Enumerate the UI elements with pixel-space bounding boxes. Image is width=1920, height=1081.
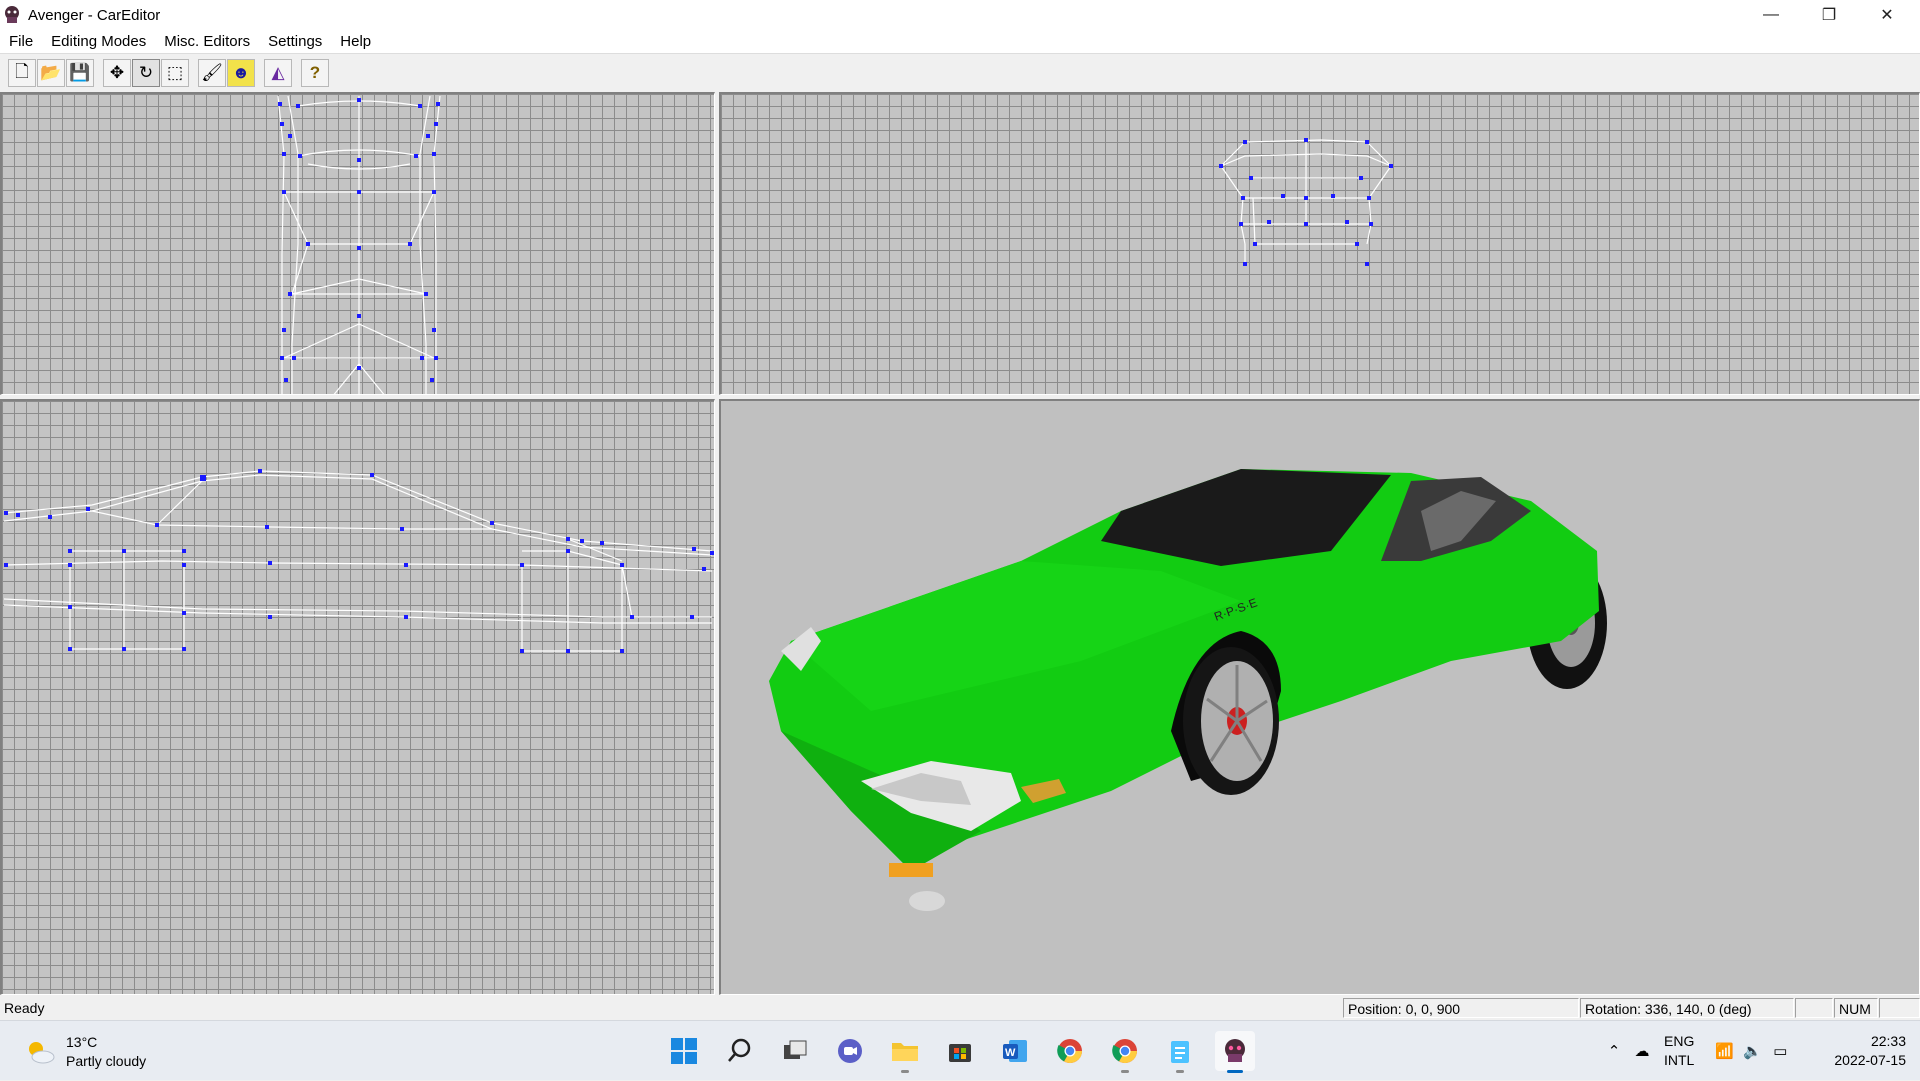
rotate-mode-button[interactable]: ↻ [132,59,160,87]
chevron-up-icon[interactable]: ⌃ [1600,1042,1628,1060]
status-bar: Ready Position: 0, 0, 900 Rotation: 336,… [0,997,1920,1019]
open-folder-icon: 📂 [40,63,62,82]
save-icon: 💾 [69,63,91,82]
language-code: ENG [1664,1033,1695,1049]
chat-icon [838,1039,862,1063]
polygon-icon: ◭ [271,63,285,82]
open-button[interactable]: 📂 [37,59,65,87]
onedrive-cloud-icon[interactable]: ☁ [1628,1042,1656,1060]
window-title: Avenger - CarEditor [28,6,161,24]
new-button[interactable]: 🗋 [8,59,36,87]
front-view-wireframe [1219,138,1393,266]
chat-button[interactable] [830,1031,870,1071]
new-icon: 🗋 [15,61,29,81]
top-view-wireframe [277,95,441,394]
menu-misc-editors[interactable]: Misc. Editors [155,31,259,53]
close-button[interactable]: ✕ [1858,0,1916,30]
status-num-lock: NUM [1834,998,1878,1018]
face-button[interactable]: ☻ [227,59,255,87]
move-icon: ✥ [109,63,125,82]
status-rotation: Rotation: 336, 140, 0 (deg) [1580,998,1794,1018]
search-icon [728,1038,751,1062]
polygon-button[interactable]: ◭ [264,59,292,87]
volume-icon[interactable]: 🔈 [1738,1042,1766,1060]
start-button[interactable] [664,1031,704,1071]
store-button[interactable] [940,1031,980,1071]
chrome-button[interactable] [1050,1031,1090,1071]
maximize-button[interactable]: ❐ [1800,0,1858,30]
search-button[interactable] [720,1031,760,1071]
toolbar: 🗋 📂 💾 ✥ ↻ ⬚ 🖌 ☻ ◭ ? [0,55,1920,91]
wifi-icon[interactable]: 📶 [1710,1042,1738,1060]
clock-time: 22:33 [1870,1033,1906,1049]
file-explorer-button[interactable] [885,1031,925,1073]
svg-text:W: W [1005,1047,1016,1059]
system-tray: ⌃ ☁ ENG INTL 📶 🔈 ▭ [1600,1021,1794,1081]
help-icon: ? [309,63,321,82]
side-view-wireframe [3,469,714,653]
word-button[interactable]: W [995,1031,1035,1071]
file-explorer-icon [892,1043,918,1061]
status-blank-2 [1879,998,1920,1018]
menu-help[interactable]: Help [331,31,380,53]
perspective-viewport[interactable]: R·P·S·E [719,399,1920,995]
taskbar: 13°C Partly cloudy W ⌃ ☁ ENG INTL 📶 🔈 ▭ … [0,1020,1920,1080]
weather-temp: 13°C [66,1034,98,1050]
careditor-taskbar-button[interactable] [1215,1031,1255,1073]
car-3d-render: R·P·S·E [769,469,1607,911]
status-blank [1795,998,1833,1018]
menu-bar: File Editing Modes Misc. Editors Setting… [0,30,1920,54]
status-position: Position: 0, 0, 900 [1343,998,1579,1018]
smiley-icon: ☻ [232,63,250,82]
front-view-viewport[interactable] [719,92,1920,395]
partly-cloudy-icon [29,1042,55,1064]
menu-editing-modes[interactable]: Editing Modes [42,31,155,53]
select-mode-button[interactable]: ⬚ [161,59,189,87]
language-indicator[interactable]: ENG INTL [1664,1032,1694,1070]
weather-desc: Partly cloudy [66,1053,147,1069]
status-ready: Ready [4,1000,45,1016]
top-view-viewport[interactable] [0,92,715,395]
save-button[interactable]: 💾 [66,59,94,87]
app-icon [5,6,19,23]
clock-date: 2022-07-15 [1834,1052,1906,1068]
task-view-button[interactable] [776,1031,816,1071]
move-mode-button[interactable]: ✥ [103,59,131,87]
side-view-viewport[interactable] [0,399,715,995]
title-bar: Avenger - CarEditor — ❐ ✕ [0,0,1920,30]
task-view-icon [784,1040,807,1059]
chrome-profile-icon [1112,1039,1137,1064]
chrome-icon [1057,1039,1082,1064]
rotate-icon: ↻ [138,63,154,82]
keyboard-layout: INTL [1664,1052,1695,1068]
store-icon [949,1044,971,1062]
word-icon: W [1003,1040,1027,1062]
chrome-profile-button[interactable] [1105,1031,1145,1073]
battery-icon[interactable]: ▭ [1766,1042,1794,1060]
paint-button[interactable]: 🖌 [198,59,226,87]
clock[interactable]: 22:33 2022-07-15 [1810,1032,1906,1070]
paint-icon: 🖌 [201,63,223,82]
help-button[interactable]: ? [301,59,329,87]
select-rectangle-icon: ⬚ [166,63,184,82]
careditor-icon [1225,1039,1245,1062]
minimize-button[interactable]: — [1742,0,1800,30]
notepad-icon [1171,1041,1189,1063]
start-icon [671,1038,697,1064]
notepad-button[interactable] [1160,1031,1200,1073]
weather-widget[interactable]: 13°C Partly cloudy [24,1033,146,1071]
menu-file[interactable]: File [0,31,42,53]
menu-settings[interactable]: Settings [259,31,331,53]
